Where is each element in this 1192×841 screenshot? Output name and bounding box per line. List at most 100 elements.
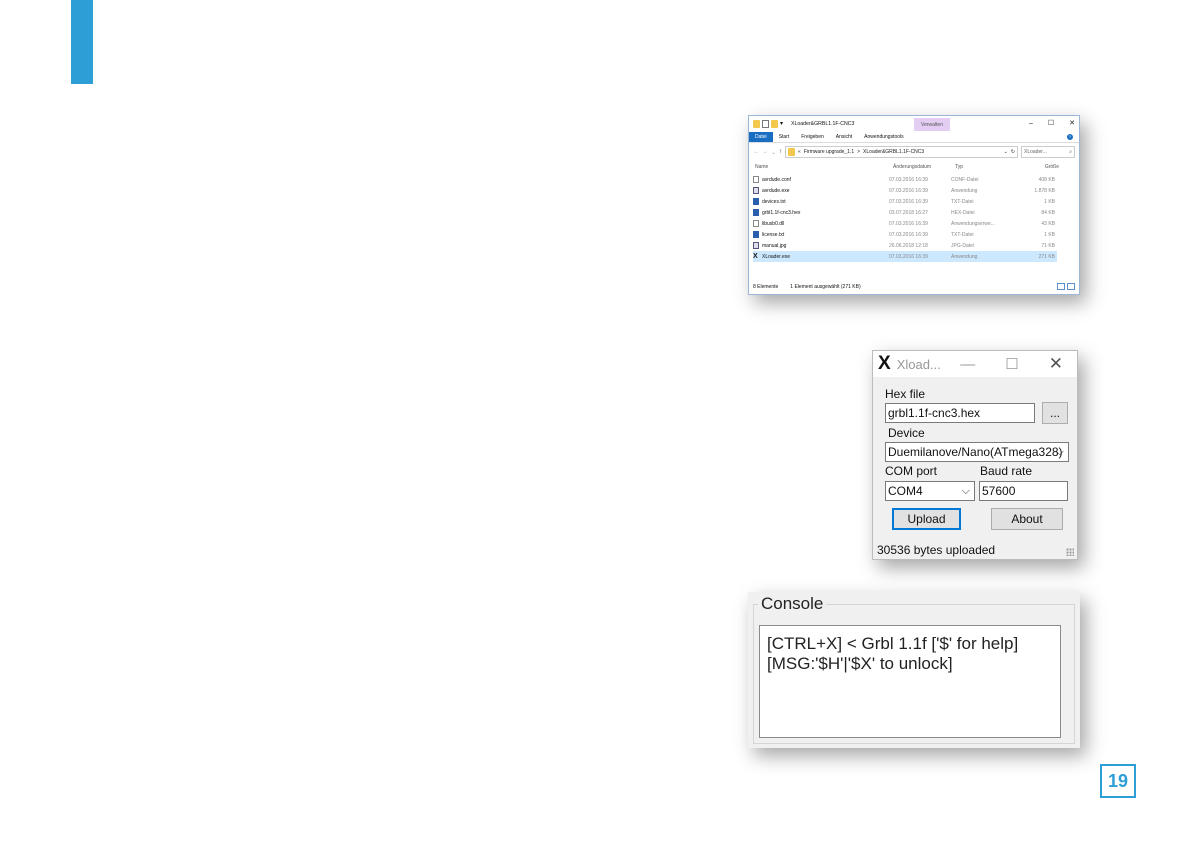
file-date: 07.03.2016 16:39 xyxy=(889,220,928,227)
exe-icon xyxy=(753,242,759,249)
file-date: 03.07.2018 16:27 xyxy=(889,209,928,216)
console-output[interactable]: [CTRL+X] < Grbl 1.1f ['$' for help] [MSG… xyxy=(759,625,1061,738)
address-prefix: « xyxy=(798,149,801,155)
file-date: 07.03.2016 16:39 xyxy=(889,231,928,238)
accent-bar xyxy=(71,0,93,84)
column-date[interactable]: Änderungsdatum xyxy=(893,164,955,170)
file-icon xyxy=(753,176,759,183)
tab-datei[interactable]: Datei xyxy=(749,132,773,142)
chevron-down-icon: ⌵ xyxy=(961,485,970,497)
file-row[interactable]: devices.txt 07.03.2016 16:39 TXT-Datei 1 KB xyxy=(753,196,1057,207)
file-date: 07.03.2016 16:39 xyxy=(889,253,928,260)
status-bar: 30536 bytes uploaded xyxy=(873,541,1077,559)
resize-grip-icon[interactable] xyxy=(1066,548,1074,556)
file-type: TXT-Datei xyxy=(951,231,974,238)
file-row[interactable]: X XLoader.exe 07.03.2016 16:39 Anwendung 271… xyxy=(753,251,1057,262)
tab-anwendungstools[interactable]: Anwendungstools xyxy=(858,132,909,142)
help-icon[interactable]: ? xyxy=(1067,134,1073,140)
back-icon[interactable]: ← xyxy=(753,149,759,155)
column-type[interactable]: Typ xyxy=(955,164,1019,170)
column-headers: Name Änderungsdatum Typ Größe xyxy=(749,161,1079,172)
file-size: 1.878 KB xyxy=(1034,187,1055,194)
com-port-value: COM4 xyxy=(888,484,923,498)
search-placeholder: XLoader... xyxy=(1024,149,1047,155)
device-value: Duemilanove/Nano(ATmega328) xyxy=(888,445,1063,459)
folder-icon[interactable] xyxy=(753,120,760,128)
file-name-cell: X XLoader.exe xyxy=(753,253,889,260)
browse-button[interactable]: ... xyxy=(1042,402,1068,424)
file-name-cell: manual.jpg xyxy=(753,242,889,249)
window-controls: — ☐ ✕ xyxy=(960,351,1063,377)
file-name-cell: libusb0.dll xyxy=(753,220,889,227)
breadcrumb-xloader[interactable]: XLoader&GRBL1.1F-CNC3 xyxy=(863,149,924,155)
chevron-down-icon[interactable]: ⌄ xyxy=(1004,149,1008,155)
file-row[interactable]: manual.jpg 26.06.2018 12:18 JPG-Datei 71 KB xyxy=(753,240,1057,251)
column-name[interactable]: Name xyxy=(749,164,893,170)
file-row[interactable]: avrdude.conf 07.03.2016 16:39 CONF-Datei 40… xyxy=(753,174,1057,185)
tab-start[interactable]: Start xyxy=(773,132,796,142)
address-bar[interactable]: « Firmware upgrade_1.1 > XLoader&GRBL1.1… xyxy=(785,146,1018,158)
device-select[interactable]: Duemilanove/Nano(ATmega328) ⌵ xyxy=(885,442,1069,462)
folder-icon xyxy=(788,148,796,156)
file-type: TXT-Datei xyxy=(951,198,974,205)
column-size[interactable]: Größe xyxy=(1019,164,1059,170)
xloader-window: X Xload... — ☐ ✕ Hex file grbl1.1f-cnc3.… xyxy=(872,350,1078,560)
file-type: Anwendung xyxy=(951,187,978,194)
file-date: 07.03.2016 16:39 xyxy=(889,198,928,205)
xloader-logo-icon: X xyxy=(878,353,891,374)
file-row[interactable]: libusb0.dll 07.03.2016 16:39 Anwendungserw… xyxy=(753,218,1057,229)
up-icon[interactable]: ↑ xyxy=(779,149,782,155)
file-date: 07.03.2016 16:39 xyxy=(889,187,928,194)
file-size: 271 KB xyxy=(1038,253,1055,260)
file-type: HEX-Datei xyxy=(951,209,975,216)
chevron-down-icon[interactable]: ▾ xyxy=(780,120,787,128)
close-icon[interactable]: ✕ xyxy=(1049,354,1063,374)
file-type: Anwendung xyxy=(951,253,978,260)
file-row[interactable]: grbl1.1f-cnc3.hex 03.07.2018 16:27 HEX-Dat… xyxy=(753,207,1057,218)
minimize-icon[interactable]: – xyxy=(1029,120,1033,127)
status-count: 8 Elemente xyxy=(753,284,779,290)
file-row[interactable]: avrdude.exe 07.03.2016 16:39 Anwendung 1.87… xyxy=(753,185,1057,196)
close-icon[interactable]: ✕ xyxy=(1069,119,1075,127)
upload-button[interactable]: Upload xyxy=(892,508,961,530)
details-view-icon[interactable] xyxy=(1057,283,1065,290)
file-name: devices.txt xyxy=(762,198,786,205)
console-legend: Console xyxy=(758,594,827,614)
window-controls: – ☐ ✕ xyxy=(1029,116,1075,130)
file-row[interactable]: license.txt 07.03.2016 16:39 TXT-Datei 1 KB xyxy=(753,229,1057,240)
hex-file-input[interactable]: grbl1.1f-cnc3.hex xyxy=(885,403,1035,423)
xloader-titlebar: X Xload... — ☐ ✕ xyxy=(873,351,1077,377)
recent-chevron-icon[interactable]: ⌄ xyxy=(771,149,776,156)
console-panel: Console [CTRL+X] < Grbl 1.1f ['$' for he… xyxy=(748,592,1080,748)
baud-rate-input[interactable]: 57600 xyxy=(979,481,1068,501)
file-name-cell: license.txt xyxy=(753,231,889,238)
context-tab-verwalten[interactable]: Verwalten xyxy=(914,118,950,131)
forward-icon[interactable]: → xyxy=(762,149,768,155)
new-folder-icon[interactable] xyxy=(771,120,778,128)
file-name-cell: avrdude.exe xyxy=(753,187,889,194)
file-name: avrdude.conf xyxy=(762,176,791,183)
file-name: avrdude.exe xyxy=(762,187,790,194)
maximize-icon[interactable]: ☐ xyxy=(1048,119,1054,127)
com-port-select[interactable]: COM4 ⌵ xyxy=(885,481,975,501)
tab-freigeben[interactable]: Freigeben xyxy=(795,132,830,142)
breadcrumb-firmware[interactable]: Firmware upgrade_1.1 xyxy=(804,149,854,155)
tab-ansicht[interactable]: Ansicht xyxy=(830,132,858,142)
file-size: 71 KB xyxy=(1041,242,1055,249)
tiles-view-icon[interactable] xyxy=(1067,283,1075,290)
page-number: 19 xyxy=(1100,764,1136,798)
refresh-icon[interactable]: ↻ xyxy=(1011,149,1015,155)
search-icon: ⌕ xyxy=(1069,149,1072,155)
file-date: 07.03.2016 16:39 xyxy=(889,176,928,183)
status-bar: 8 Elemente 1 Element ausgewählt (271 KB) xyxy=(753,282,1075,292)
file-name-cell: avrdude.conf xyxy=(753,176,889,183)
minimize-icon[interactable]: — xyxy=(960,356,975,373)
search-input[interactable]: XLoader... ⌕ xyxy=(1021,146,1075,158)
file-size: 84 KB xyxy=(1041,209,1055,216)
file-name-cell: devices.txt xyxy=(753,198,889,205)
maximize-icon[interactable]: ☐ xyxy=(1005,355,1018,373)
file-size: 43 KB xyxy=(1041,220,1055,227)
view-switcher xyxy=(1057,283,1075,290)
properties-icon[interactable] xyxy=(762,120,769,128)
about-button[interactable]: About xyxy=(991,508,1063,530)
